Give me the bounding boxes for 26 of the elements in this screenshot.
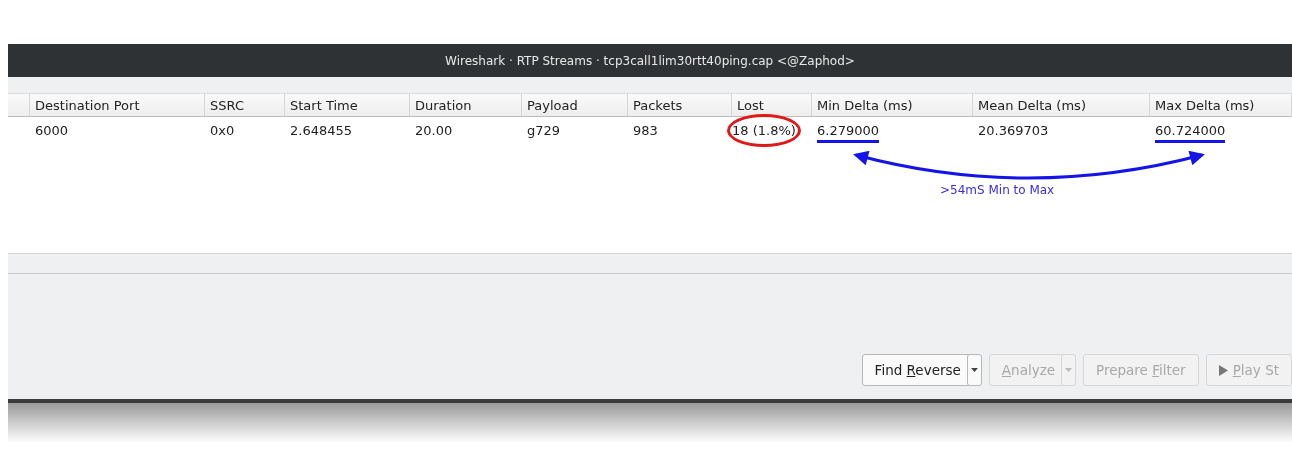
underlined-table-cell: 60.724000 (1155, 123, 1226, 143)
caret-icon (1065, 368, 1073, 372)
column-header[interactable]: Duration (410, 93, 522, 117)
column-header[interactable]: Destination Port (30, 93, 205, 117)
table-cell: g729 (527, 122, 561, 138)
table-cell: 20.369703 (978, 122, 1049, 138)
column-header[interactable]: SSRC (205, 93, 285, 117)
table-cell: 2.648455 (290, 122, 353, 138)
column-header[interactable]: Payload (522, 93, 628, 117)
annotation-label: >54mS Min to Max (940, 183, 1055, 197)
table-cell: 0x0 (210, 122, 235, 138)
table-cell: 983 (633, 122, 658, 138)
play-icon (1218, 364, 1228, 376)
table-cell: 6000 (35, 122, 69, 138)
caret-icon (970, 368, 978, 372)
column-header[interactable]: Lost (732, 93, 812, 117)
window-title: Wireshark · RTP Streams · tcp3call1lim30rtt40ping.cap <@Zaphod> (445, 53, 855, 68)
column-header[interactable]: Mean Delta (ms) (973, 93, 1150, 117)
table-cell: 20.00 (415, 122, 453, 138)
column-header[interactable]: Min Delta (ms) (812, 93, 973, 117)
column-header[interactable]: Start Time (285, 93, 410, 117)
column-header[interactable]: Packets (628, 93, 732, 117)
column-header[interactable] (8, 93, 30, 117)
underlined-table-cell: 6.279000 (817, 123, 880, 143)
circled-table-cell: 18 (1.8%) (727, 113, 801, 147)
column-header[interactable]: Max Delta (ms) (1150, 93, 1292, 117)
